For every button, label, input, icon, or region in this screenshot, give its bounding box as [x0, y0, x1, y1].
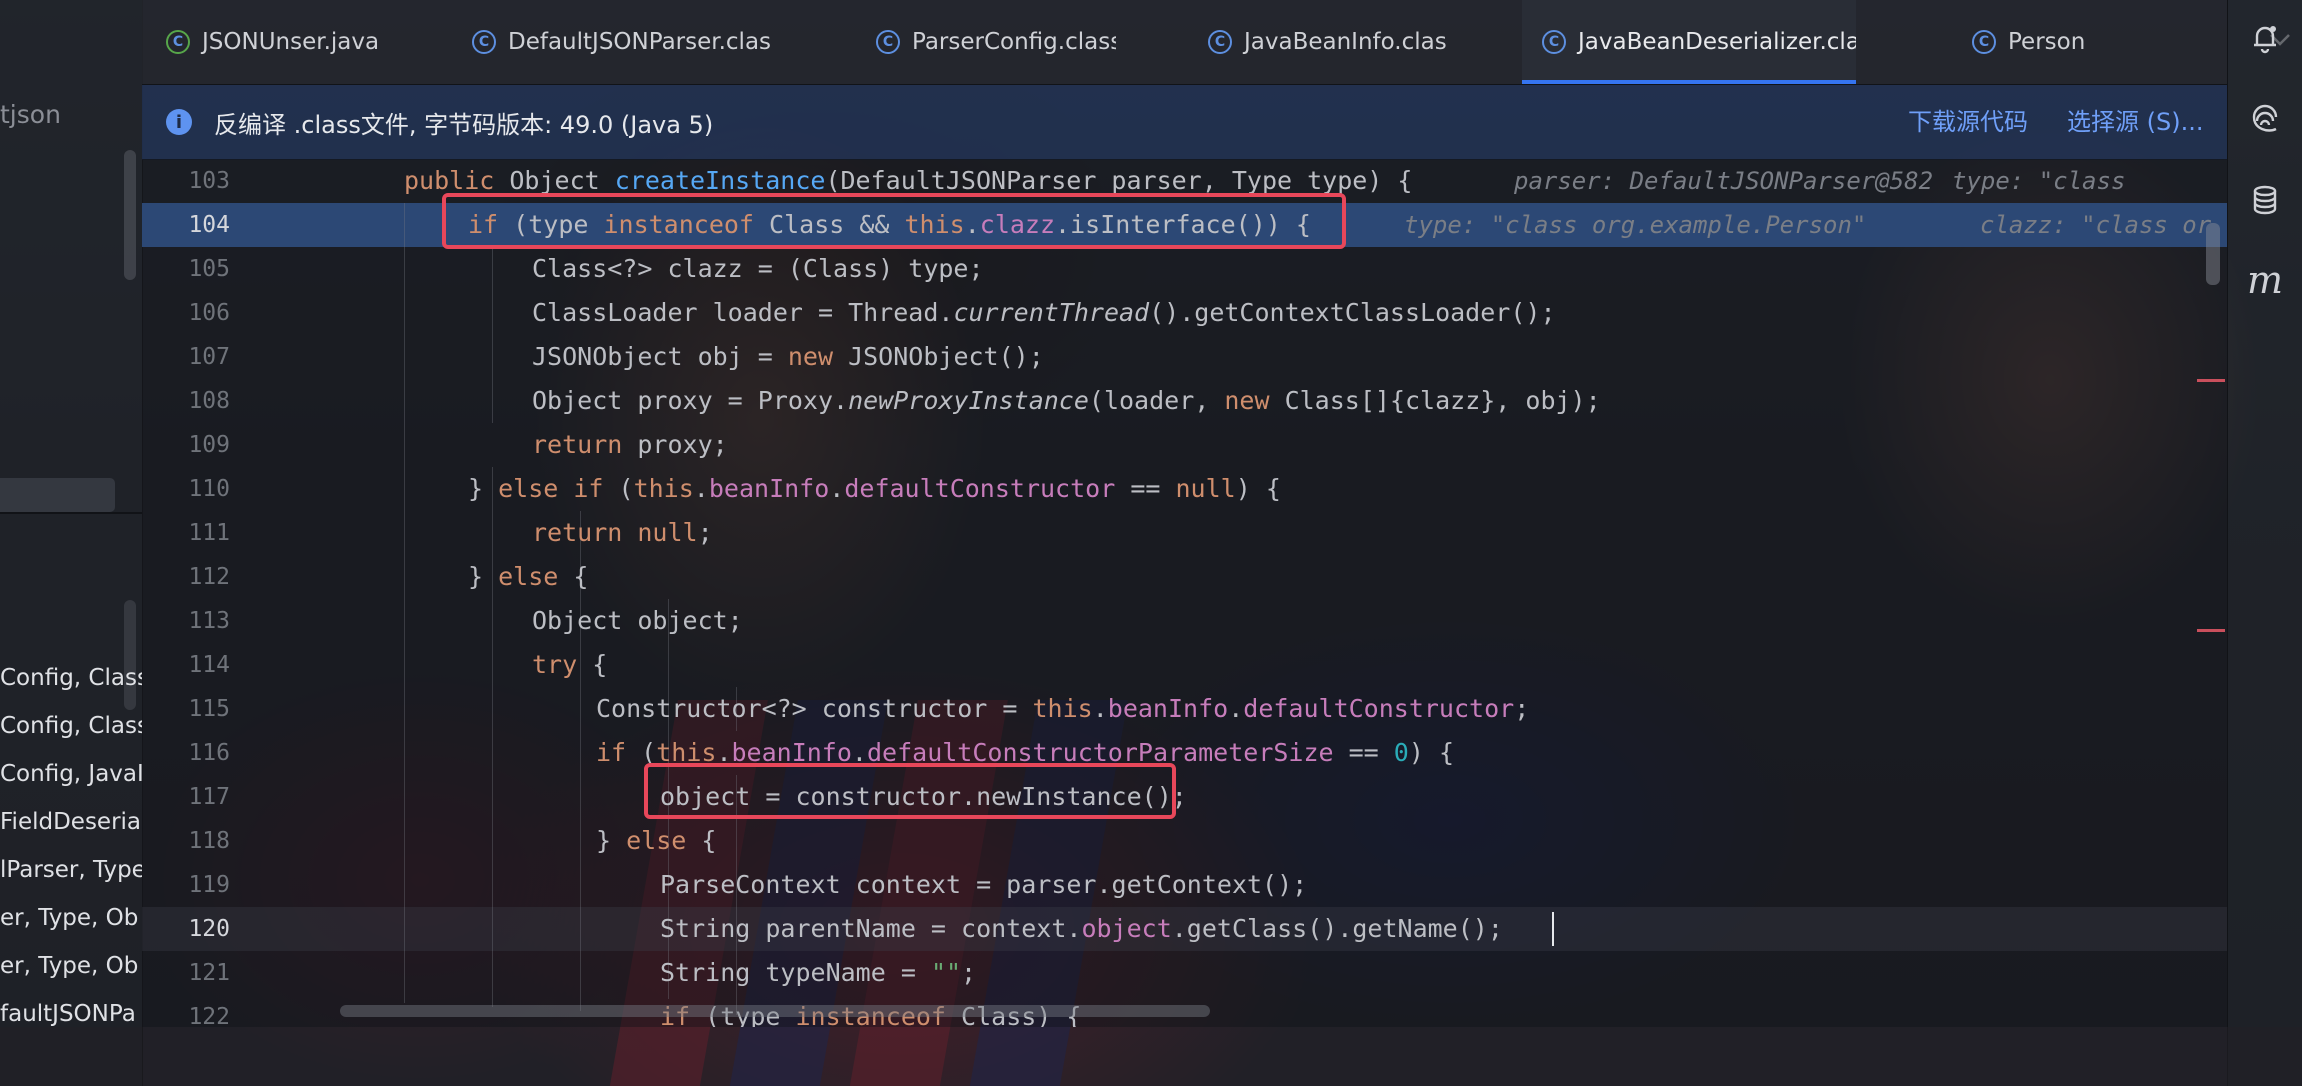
frame-item[interactable]: lParser, Type — [0, 846, 142, 894]
inline-debug-hint: clazz: "class or — [1980, 211, 2212, 239]
line-number: 119 — [188, 872, 230, 898]
code-editor[interactable]: 103 104 105 106 107 108 109 110 111 112 … — [142, 159, 2227, 1027]
maven-icon[interactable]: m — [2245, 258, 2285, 302]
download-sources-link[interactable]: 下载源代码 — [1908, 85, 2028, 159]
decompiled-info-banner: i 反编译 .class文件, 字节码版本: 49.0 (Java 5) 下载源… — [142, 85, 2227, 160]
status-area — [0, 1027, 2302, 1086]
frame-item[interactable]: er, Type, Ob — [0, 894, 142, 942]
frame-item[interactable]: Config, Class — [0, 654, 142, 702]
frame-item[interactable]: FieldDeseria — [0, 798, 142, 846]
database-icon[interactable] — [2245, 180, 2285, 220]
code-line: ParseContext context = parser.getContext… — [660, 870, 1308, 899]
inline-debug-hint: type: "class org.example.Person" — [1404, 211, 1867, 239]
project-panel: tjson Config, Class Config, Class Config… — [0, 0, 143, 1086]
selected-tree-row[interactable] — [0, 478, 115, 512]
code-line: ClassLoader loader = Thread.currentThrea… — [532, 298, 1556, 327]
frame-item[interactable]: Config, JavaI — [0, 750, 142, 798]
indent-guide — [492, 247, 493, 423]
tab-person-class[interactable]: C Person — [1972, 0, 2232, 84]
line-number: 106 — [188, 300, 230, 326]
code-line: Object proxy = Proxy.newProxyInstance(lo… — [532, 386, 1601, 415]
line-number: 107 — [188, 344, 230, 370]
code-line: JSONObject obj = new JSONObject(); — [532, 342, 1044, 371]
project-root-label[interactable]: tjson — [0, 100, 61, 129]
indent-guide — [492, 467, 493, 1007]
tab-javabeandeserializer-class[interactable]: C JavaBeanDeserializer.class × — [1522, 0, 1856, 84]
code-line: Object object; — [532, 606, 743, 635]
line-number: 120 — [188, 916, 230, 942]
line-number: 122 — [188, 1004, 230, 1027]
ai-assistant-icon[interactable] — [2245, 100, 2285, 140]
tab-label: JavaBeanInfo.class — [1244, 29, 1448, 55]
line-number: 109 — [188, 432, 230, 458]
line-number: 112 — [188, 564, 230, 590]
line-number: 103 — [188, 168, 230, 194]
code-line: try { — [532, 650, 608, 679]
class-icon: C — [1208, 30, 1232, 54]
code-line: } else if (this.beanInfo.defaultConstruc… — [468, 474, 1281, 503]
banner-message: 反编译 .class文件, 字节码版本: 49.0 (Java 5) — [214, 110, 714, 139]
code-line: String typeName = ""; — [660, 958, 977, 987]
class-icon: C — [876, 30, 900, 54]
code-line: return proxy; — [532, 430, 728, 459]
project-scrollbar[interactable] — [124, 150, 136, 280]
highlight-box-new-instance — [644, 763, 1176, 819]
class-icon: C — [1542, 30, 1566, 54]
code-line: } else { — [596, 826, 717, 855]
code-line: String parentName = context.object.getCl… — [660, 914, 1503, 943]
tab-parserconfig-class[interactable]: C ParserConfig.class — [876, 0, 1116, 84]
tab-label: DefaultJSONParser.class — [508, 29, 772, 55]
line-number: 113 — [188, 608, 230, 634]
notifications-icon[interactable] — [2245, 18, 2285, 58]
editor-tab-bar: C JSONUnser.java C DefaultJSONParser.cla… — [142, 0, 2290, 85]
line-number: 114 — [188, 652, 230, 678]
line-number: 105 — [188, 256, 230, 282]
tab-defaultjsonparser-class[interactable]: C DefaultJSONParser.class — [472, 0, 772, 84]
class-icon: C — [1972, 30, 1996, 54]
tab-jsonunser-java[interactable]: C JSONUnser.java — [166, 0, 456, 84]
code-line: Class<?> clazz = (Class) type; — [532, 254, 984, 283]
tab-label: ParserConfig.class — [912, 29, 1116, 55]
line-number: 117 — [188, 784, 230, 810]
line-number: 118 — [188, 828, 230, 854]
highlight-box-interface-check — [442, 193, 1346, 249]
choose-sources-link[interactable]: 选择源 (S)... — [2067, 85, 2203, 159]
right-tool-window-bar: m — [2227, 0, 2302, 1086]
tab-label: JSONUnser.java — [202, 29, 380, 55]
code-line: return null; — [532, 518, 713, 547]
error-stripe-marker[interactable] — [2197, 629, 2225, 632]
tab-label: Person — [2008, 29, 2086, 55]
line-number: 110 — [188, 476, 230, 502]
line-number: 104 — [188, 212, 230, 238]
frame-item[interactable]: er, Type, Ob — [0, 942, 142, 990]
indent-guide — [404, 203, 405, 1003]
java-class-icon: C — [166, 30, 190, 54]
code-line: } else { — [468, 562, 589, 591]
code-line: Constructor<?> constructor = this.beanIn… — [596, 694, 1530, 723]
inline-debug-hint: type: "class — [1952, 167, 2126, 195]
line-number: 108 — [188, 388, 230, 414]
panel-divider — [0, 512, 142, 514]
tab-label: JavaBeanDeserializer.class — [1578, 29, 1856, 55]
line-number: 116 — [188, 740, 230, 766]
tab-javabeaninfo-class[interactable]: C JavaBeanInfo.class — [1208, 0, 1448, 84]
vertical-scrollbar[interactable] — [2206, 223, 2220, 285]
inline-debug-hint: parser: DefaultJSONParser@582 — [1514, 167, 1934, 195]
horizontal-scrollbar[interactable] — [340, 1005, 1210, 1017]
line-number: 115 — [188, 696, 230, 722]
info-icon: i — [166, 109, 192, 135]
line-number: 121 — [188, 960, 230, 986]
error-stripe-marker[interactable] — [2197, 379, 2225, 382]
class-icon: C — [472, 30, 496, 54]
line-number: 111 — [188, 520, 230, 546]
frame-item[interactable]: Config, Class — [0, 702, 142, 750]
text-caret — [1552, 912, 1554, 946]
